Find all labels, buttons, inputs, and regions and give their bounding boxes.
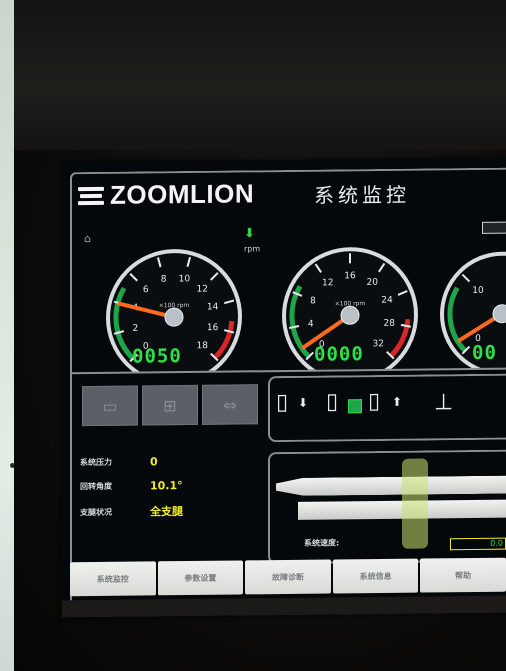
gauge-tick-label: 4 <box>308 319 314 329</box>
gauge-tick-label: 14 <box>207 302 219 312</box>
gauge-hub <box>340 305 360 325</box>
gauge-cluster: 024681012141618×100 rpm 048121620242832×… <box>106 247 506 373</box>
boom-label: 系统速度: <box>304 538 340 548</box>
rotate-icon: ⇔ <box>223 394 237 415</box>
valve-status-icon: ▯ <box>326 389 339 415</box>
flow-down-icon: ⬇ <box>298 395 309 410</box>
info-label: 回转角度 <box>80 481 112 492</box>
gauge-tick-label: 16 <box>207 323 219 333</box>
gauge-tick-label: 16 <box>344 271 356 281</box>
gauge-tick-label: 8 <box>161 275 167 285</box>
rotate-button[interactable]: ⇔ <box>202 384 258 425</box>
info-row: 支腿状况 全支腿 <box>80 503 183 520</box>
info-label: 支腿状况 <box>80 507 112 517</box>
brand-logo: ZOOMLION <box>78 178 254 211</box>
motor-status-icon: ▯ <box>368 388 381 415</box>
gauge-tick-label: 24 <box>381 296 393 306</box>
bezel-top <box>14 0 506 150</box>
gauge-tick-label: 20 <box>366 278 378 288</box>
pressure-gauge-icon: ⊥ <box>434 390 454 416</box>
gauge-3-counter: 00 <box>472 341 497 365</box>
menu-button[interactable]: 故障诊断 <box>245 559 331 595</box>
gauge-hub <box>164 307 184 327</box>
boom-section-upper <box>276 476 506 496</box>
brand-name: ZOOMLION <box>110 178 255 210</box>
battery-button[interactable]: ▭ <box>82 385 138 427</box>
zoomlion-logo-icon <box>78 186 104 205</box>
battery-icon: ▭ <box>102 396 118 416</box>
info-label: 系统压力 <box>80 457 112 468</box>
menu-button[interactable]: 参数设置 <box>157 560 244 596</box>
gauge-tick-label: 8 <box>310 296 316 306</box>
flow-up-icon: ⬆ <box>392 394 403 409</box>
gauge-1-counter: 0050 <box>132 345 182 368</box>
active-indicator <box>348 399 362 414</box>
menu-button[interactable]: 系统监控 <box>70 561 156 597</box>
gauge-tick-label: 28 <box>384 319 396 329</box>
gauge-tick-label: 2 <box>132 324 138 334</box>
background-wall <box>0 0 15 671</box>
gauge-tick-label: 32 <box>373 339 384 349</box>
boom-joint-highlight <box>402 458 428 549</box>
boom-value-box: 0.0 <box>450 537 506 551</box>
info-value: 10.1° <box>150 479 183 493</box>
pump-status-icon: ▯ <box>276 389 289 416</box>
info-value: 全支腿 <box>150 505 183 519</box>
menu-button[interactable]: 系统信息 <box>332 558 419 594</box>
outrigger-button[interactable]: ⊞ <box>142 384 198 426</box>
gauge-tick-label: 18 <box>197 341 209 351</box>
gauge-tick-label: 12 <box>322 278 333 288</box>
outrigger-icon: ⊞ <box>163 395 177 415</box>
gauge-tick-label: 10 <box>179 274 191 284</box>
bottom-menu: 系统监控 参数设置 故障诊断 系统信息 帮助 <box>70 557 506 597</box>
gauge-2-counter: 0000 <box>314 343 364 366</box>
info-value: 0 <box>150 455 158 469</box>
info-row: 系统压力 0 <box>80 455 158 469</box>
page-title: 系统监控 <box>314 182 410 208</box>
menu-button[interactable]: 帮助 <box>420 557 506 593</box>
hmi-screen: ZOOMLION 系统监控 ⌂ ⬇ rpm 024681012141618×10… <box>62 157 506 618</box>
info-row: 回转角度 10.1° <box>80 479 183 493</box>
gauge-tick-label: 10 <box>472 286 484 296</box>
gauge-tick-label: 12 <box>197 285 208 295</box>
gauge-tick-label: 6 <box>143 285 149 295</box>
